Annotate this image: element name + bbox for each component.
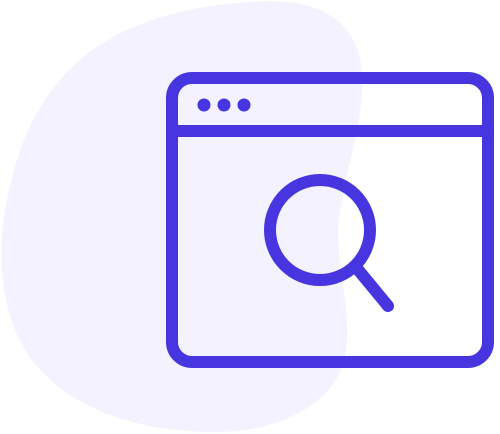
window-dot-1: [197, 98, 211, 112]
window-dot-2: [217, 98, 231, 112]
browser-search-illustration: [1, 1, 494, 433]
magnifier-handle: [349, 260, 394, 312]
window-dot-3: [237, 98, 251, 112]
illustration: [0, 0, 500, 434]
window-controls-icon: [197, 98, 251, 112]
